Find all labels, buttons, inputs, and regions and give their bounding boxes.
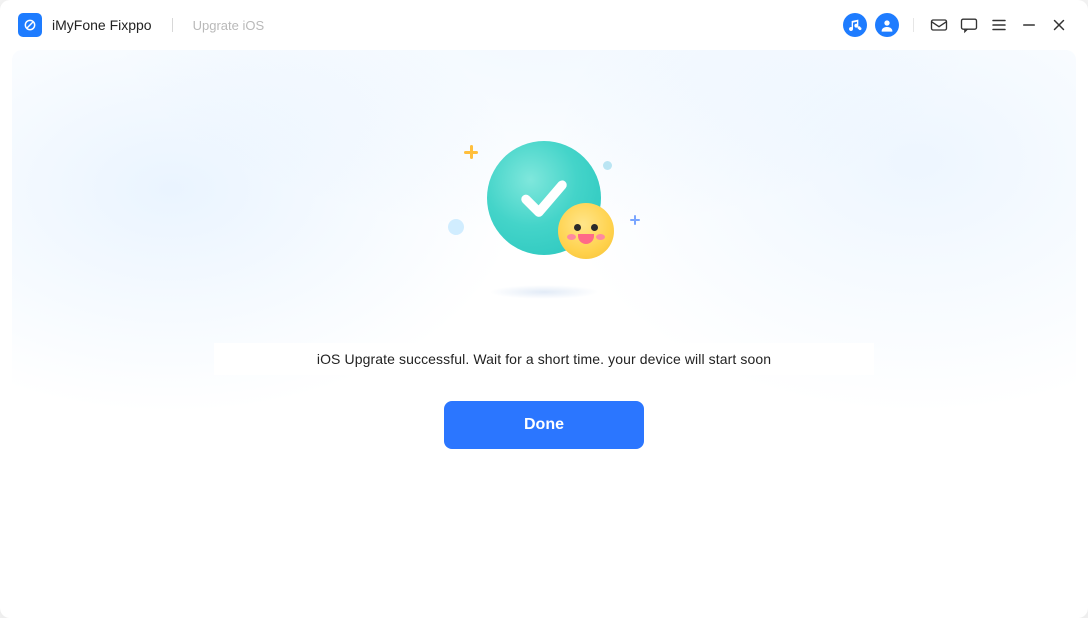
done-button[interactable]: Done [444,401,644,449]
menu-icon[interactable] [988,14,1010,36]
sparkle-icon [464,145,478,159]
chat-icon[interactable] [958,14,980,36]
music-icon[interactable] [843,13,867,37]
sparkle-small-icon [630,215,640,225]
titlebar-divider [172,18,173,32]
titlebar: iMyFone Fixppo Upgrate iOS [0,0,1088,50]
app-window: iMyFone Fixppo Upgrate iOS [0,0,1088,618]
app-name: iMyFone Fixppo [52,17,152,33]
breadcrumb: Upgrate iOS [193,18,265,33]
titlebar-right [843,13,1070,37]
app-logo-icon [18,13,42,37]
happy-emoji-icon [558,203,614,259]
titlebar-left: iMyFone Fixppo Upgrate iOS [18,13,264,37]
mail-icon[interactable] [928,14,950,36]
decor-dot [448,219,464,235]
success-illustration [434,135,654,305]
content-center: iOS Upgrate successful. Wait for a short… [12,50,1076,606]
titlebar-separator [913,18,914,32]
close-icon[interactable] [1048,14,1070,36]
content-panel: iOS Upgrate successful. Wait for a short… [12,50,1076,606]
minimize-icon[interactable] [1018,14,1040,36]
decor-dot [603,161,612,170]
status-message: iOS Upgrate successful. Wait for a short… [214,343,874,375]
illustration-shadow [489,285,599,299]
account-icon[interactable] [875,13,899,37]
